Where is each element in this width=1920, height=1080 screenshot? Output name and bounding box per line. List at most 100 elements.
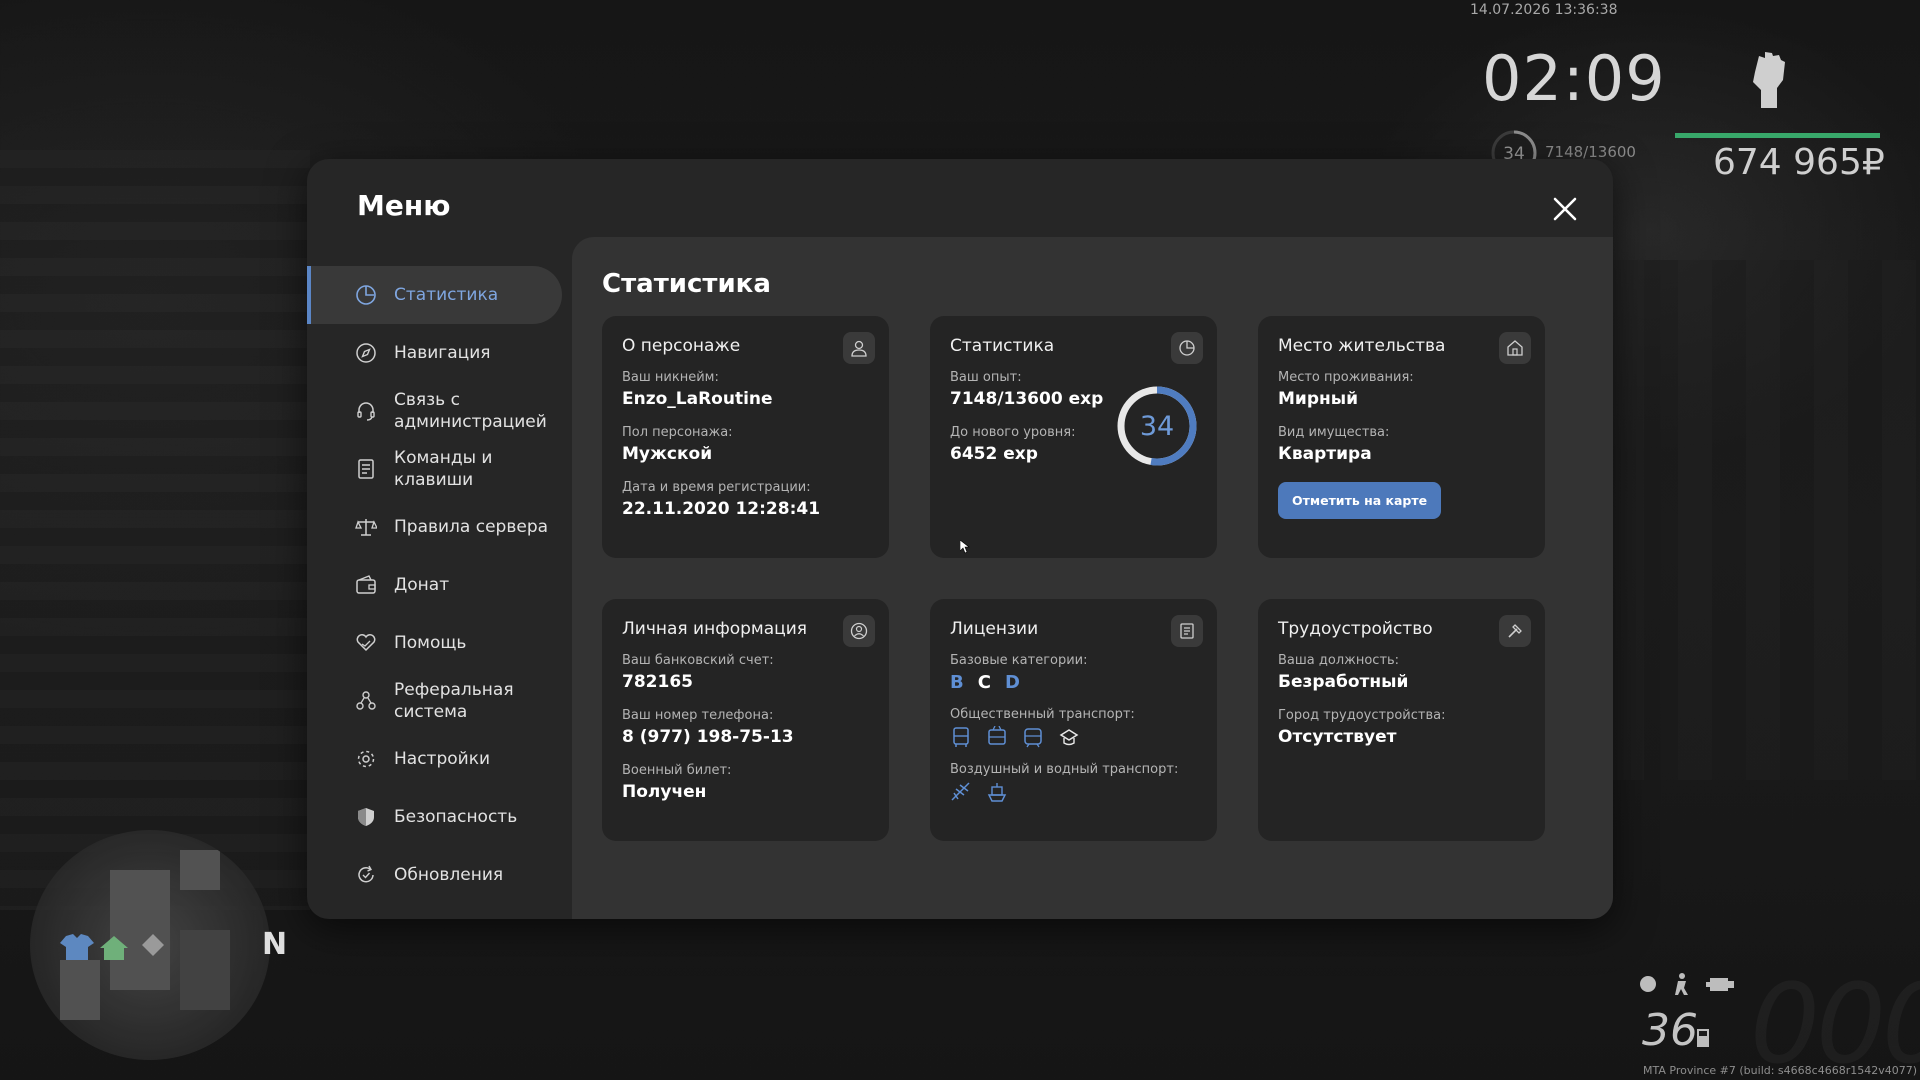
document-icon [358, 459, 374, 479]
character-card: О персонаже Ваш никнейм: Enzo_LaRoutine … [602, 316, 889, 558]
hud-build-info: MTA Province #7 (build: s4668c4668r1542v… [1643, 1064, 1918, 1077]
sidebar-item-label: Помощь [394, 633, 467, 653]
sidebar-item-label: Настройки [394, 749, 491, 769]
public-transport-label: Общественный транспорт: [950, 707, 1135, 722]
registration-value: 22.11.2020 12:28:41 [622, 499, 821, 519]
public-transport-icons [950, 726, 1197, 748]
house-icon [1507, 340, 1523, 356]
location-icon [142, 934, 164, 956]
exp-label: Ваш опыт: [950, 370, 1022, 385]
hud-clock: 02:09 [1482, 42, 1666, 115]
card-title: Статистика [950, 336, 1055, 356]
menu-modal: Меню Статистика Навигация Связь с админи… [307, 159, 1613, 919]
position-label: Ваша должность: [1278, 653, 1400, 668]
scales-icon [355, 519, 377, 536]
card-icon-box [843, 332, 875, 364]
headset-icon [357, 402, 375, 421]
sidebar-item-help[interactable]: Помощь [307, 614, 562, 672]
card-title: Лицензии [950, 619, 1039, 639]
license-categories: B C D [950, 672, 1197, 693]
sidebar-item-updates[interactable]: Обновления [307, 846, 562, 904]
page-title: Статистика [602, 269, 771, 299]
shirt-icon [60, 934, 94, 960]
level-number: 34 [1140, 411, 1174, 442]
card-icon-box [1499, 615, 1531, 647]
trolleybus-icon [988, 726, 1006, 745]
employment-card: Трудоустройство Ваша должность: Безработ… [1258, 599, 1545, 841]
sidebar-item-admin-contact[interactable]: Связь с администрацией [307, 382, 562, 440]
chart-icon [1179, 340, 1195, 356]
close-icon[interactable] [1547, 191, 1583, 227]
property-label: Вид имущества: [1278, 425, 1390, 440]
nickname-value: Enzo_LaRoutine [622, 389, 773, 409]
card-title: Личная информация [622, 619, 808, 639]
phone-label: Ваш номер телефона: [622, 708, 774, 723]
refresh-icon [358, 865, 374, 883]
sidebar-item-label: Правила сервера [394, 517, 549, 537]
sidebar-item-label: Донат [394, 575, 450, 595]
card-title: Трудоустройство [1278, 619, 1433, 639]
sidebar-item-label: Реферальная система [394, 680, 514, 722]
modal-title: Меню [357, 189, 451, 222]
category-c: C [977, 672, 991, 693]
stats-card: Статистика Ваш опыт: 7148/13600 exp До н… [930, 316, 1217, 558]
content-panel: Статистика О персонаже Ваш никнейм: Enzo… [572, 237, 1613, 919]
gear-icon [357, 750, 375, 768]
sidebar-item-referral[interactable]: Реферальная система [307, 672, 562, 730]
registration-label: Дата и время регистрации: [622, 480, 811, 495]
sidebar-item-navigation[interactable]: Навигация [307, 324, 562, 382]
sidebar: Статистика Навигация Связь с администрац… [307, 266, 562, 904]
hud-money: 674 965₽ [1713, 142, 1885, 183]
fuel-icon [1697, 1029, 1709, 1047]
residence-value: Мирный [1278, 389, 1359, 409]
mark-on-map-button[interactable]: Отметить на карте [1278, 482, 1442, 519]
bank-account-label: Ваш банковский счет: [622, 653, 774, 668]
sidebar-item-label: Статистика [394, 285, 499, 305]
fist-icon [1753, 52, 1785, 108]
hud-speed-ghost: 000 [1750, 960, 1920, 1080]
sidebar-item-donate[interactable]: Донат [307, 556, 562, 614]
sidebar-item-commands[interactable]: Команды и клавиши [307, 440, 562, 498]
shield-icon [358, 808, 374, 826]
license-icon [1180, 623, 1194, 639]
sidebar-item-security[interactable]: Безопасность [307, 788, 562, 846]
mouse-cursor-icon [960, 540, 970, 554]
hud-datetime: 14.07.2026 13:36:38 [1470, 2, 1618, 18]
card-title: Место жительства [1278, 336, 1446, 356]
residence-card: Место жительства Место проживания: Мирны… [1258, 316, 1545, 558]
base-categories-label: Базовые категории: [950, 653, 1088, 668]
gender-label: Пол персонажа: [622, 425, 733, 440]
referral-icon [356, 691, 376, 710]
military-id-label: Военный билет: [622, 763, 732, 778]
gender-value: Мужской [622, 444, 713, 464]
home-icon [100, 936, 128, 960]
hammer-icon [1508, 624, 1522, 638]
air-water-transport-icons [950, 781, 1197, 803]
user-circle-icon [850, 622, 868, 640]
sidebar-item-rules[interactable]: Правила сервера [307, 498, 562, 556]
employment-city-label: Город трудоустройства: [1278, 708, 1446, 723]
compass-icon [356, 343, 376, 363]
card-icon-box [1171, 615, 1203, 647]
category-b: B [950, 672, 964, 693]
property-value: Квартира [1278, 444, 1372, 464]
personal-info-card: Личная информация Ваш банковский счет: 7… [602, 599, 889, 841]
hud-vehicle-icons [1638, 972, 1736, 996]
military-id-value: Получен [622, 782, 707, 802]
nickname-label: Ваш никнейм: [622, 370, 719, 385]
engine-icon [1706, 978, 1734, 991]
background-building [0, 150, 310, 910]
person-seat-icon [1675, 973, 1688, 995]
sidebar-item-settings[interactable]: Настройки [307, 730, 562, 788]
category-d: D [1004, 672, 1020, 693]
user-icon [851, 340, 867, 357]
sidebar-item-label: Навигация [394, 343, 491, 363]
phone-value: 8 (977) 198-75-13 [622, 727, 794, 747]
bank-account-value: 782165 [622, 672, 693, 692]
seatbelt-icon [1640, 976, 1656, 992]
licenses-card: Лицензии Базовые категории: B C D Общест… [930, 599, 1217, 841]
sidebar-item-statistics[interactable]: Статистика [307, 266, 562, 324]
sidebar-item-label: Связь с администрацией [394, 390, 547, 432]
residence-label: Место проживания: [1278, 370, 1414, 385]
sidebar-item-label: Обновления [394, 865, 504, 885]
